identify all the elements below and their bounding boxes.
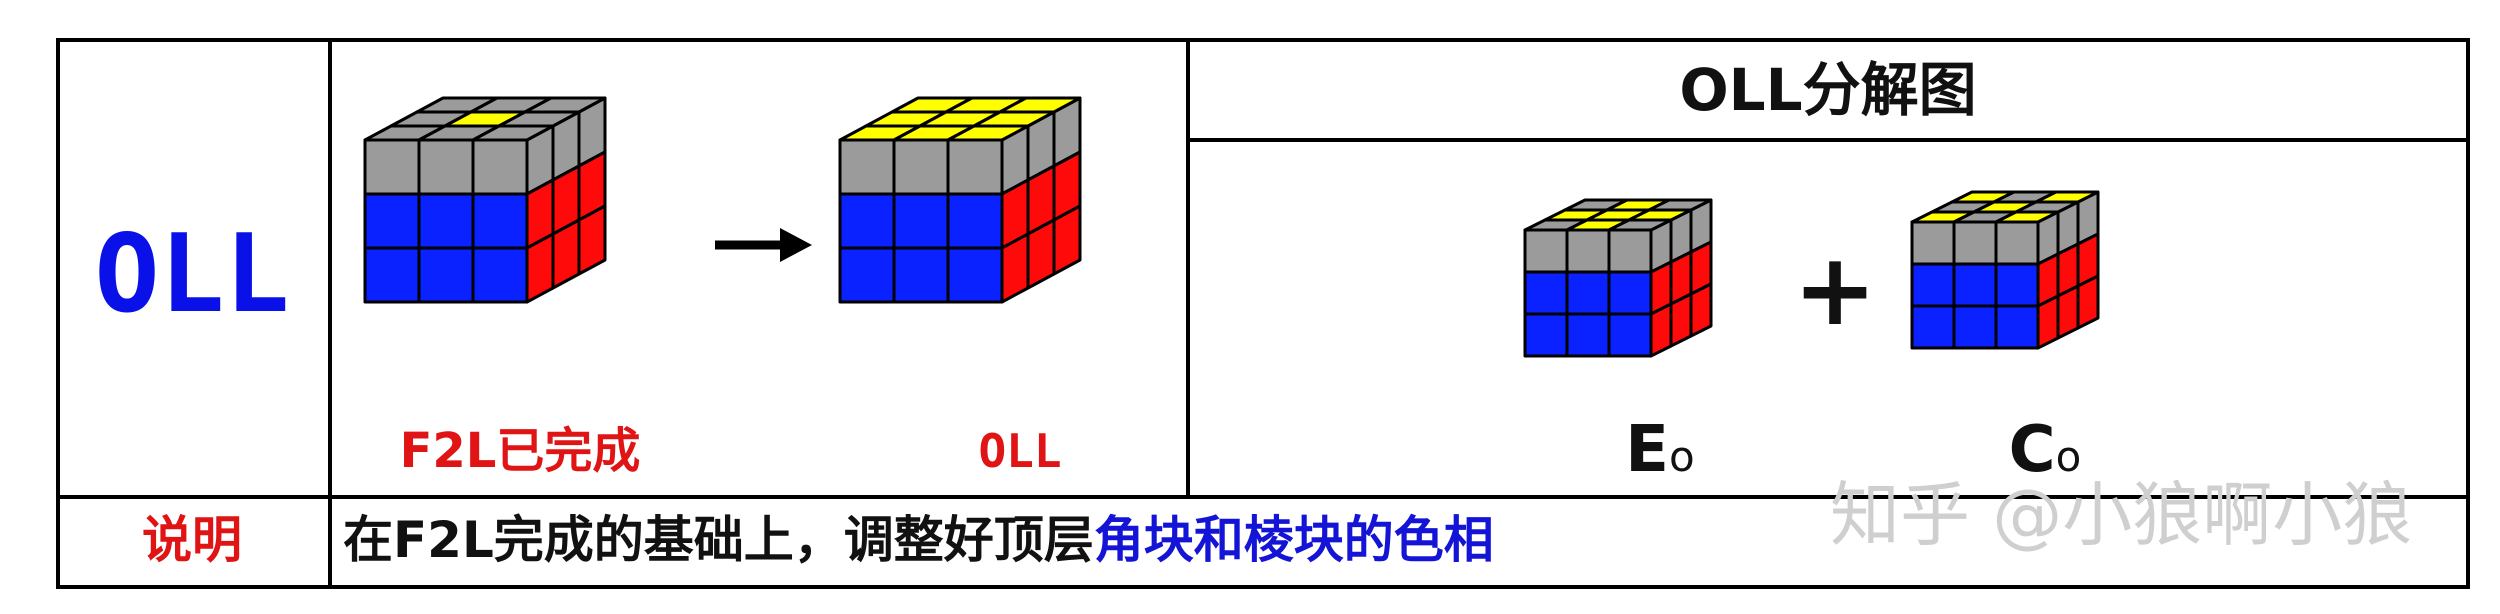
cube-sticker-front: [1565, 228, 1611, 274]
cube-sticker-right: [577, 204, 607, 276]
cube-sticker-front: [1607, 312, 1653, 358]
cube-eo-icon: [1523, 198, 1713, 358]
cube-sticker-front: [1523, 270, 1569, 316]
cube-sticker-front: [1565, 312, 1611, 358]
decomposition-title: OLL分解图: [1679, 56, 1977, 124]
cube-sticker-front: [1994, 220, 2040, 266]
cube-sticker-front: [363, 192, 421, 250]
cube-sticker-front: [1952, 262, 1998, 308]
cube-sticker-front: [471, 246, 529, 304]
cube-sticker-front: [471, 138, 529, 196]
caption-eo-main: E: [1625, 413, 1669, 487]
cube-sticker-front: [838, 138, 896, 196]
cube-sticker-front: [1910, 304, 1956, 350]
cube-sticker-right: [1052, 204, 1082, 276]
cube-sticker-front: [471, 192, 529, 250]
cube-sticker-front: [946, 246, 1004, 304]
cube-sticker-right: [1689, 282, 1713, 338]
cube-sticker-front: [1607, 270, 1653, 316]
cube-sticker-right: [551, 218, 581, 290]
cube-sticker-right: [1669, 292, 1693, 348]
cube-sticker-right: [525, 232, 555, 304]
plus-sign: +: [1793, 231, 1877, 348]
cube-sticker-right: [1000, 232, 1030, 304]
note-text-blue: 角块和棱块的色相: [1093, 511, 1494, 569]
caption-eo: Eo: [1580, 410, 1740, 497]
cube-sticker-front: [1994, 262, 2040, 308]
cube-sticker-front: [1952, 304, 1998, 350]
cube-sticker-front: [892, 138, 950, 196]
cube-sticker-front: [363, 138, 421, 196]
cube-sticker-front: [1910, 220, 1956, 266]
cube-sticker-right: [1026, 218, 1056, 290]
cube-sticker-front: [1523, 312, 1569, 358]
cube-sticker-front: [838, 246, 896, 304]
cube-sticker-front: [1994, 304, 2040, 350]
cube-sticker-front: [892, 192, 950, 250]
note-text: 在F2L完成的基础上，调整好顶层角块和棱块的色相: [343, 505, 1494, 575]
cube-sticker-front: [363, 246, 421, 304]
cube-sticker-right: [2056, 284, 2080, 340]
cube-sticker-front: [946, 138, 1004, 196]
cube-sticker-front: [1910, 262, 1956, 308]
cube-co-icon: [1910, 190, 2100, 350]
cube-f2l-done-icon: [363, 96, 607, 304]
note-text-black: 在F2L完成的基础上，调整好顶层: [343, 511, 1094, 569]
watermark: 知乎 @小狼啊小狼: [1830, 474, 2413, 556]
cube-sticker-right: [2076, 274, 2100, 330]
caption-oll: OLL: [978, 424, 1062, 478]
cube-sticker-front: [417, 246, 475, 304]
cube-sticker-front: [417, 138, 475, 196]
caption-eo-sub: o: [1669, 432, 1695, 481]
note-label: 说明: [142, 511, 242, 569]
cube-sticker-front: [417, 192, 475, 250]
cube-sticker-front: [1565, 270, 1611, 316]
cube-sticker-front: [1607, 228, 1653, 274]
cube-sticker-front: [946, 192, 1004, 250]
cube-sticker-right: [1649, 302, 1673, 358]
cube-sticker-front: [1952, 220, 1998, 266]
caption-f2l-complete: F2L已完成: [399, 423, 641, 479]
oll-title: OLL: [94, 212, 290, 337]
cube-oll-done-icon: [838, 96, 1082, 304]
cube-sticker-right: [2036, 294, 2060, 350]
cube-sticker-front: [892, 246, 950, 304]
cube-sticker-front: [838, 192, 896, 250]
arrow-right-icon: [715, 228, 812, 262]
cube-sticker-front: [1523, 228, 1569, 274]
